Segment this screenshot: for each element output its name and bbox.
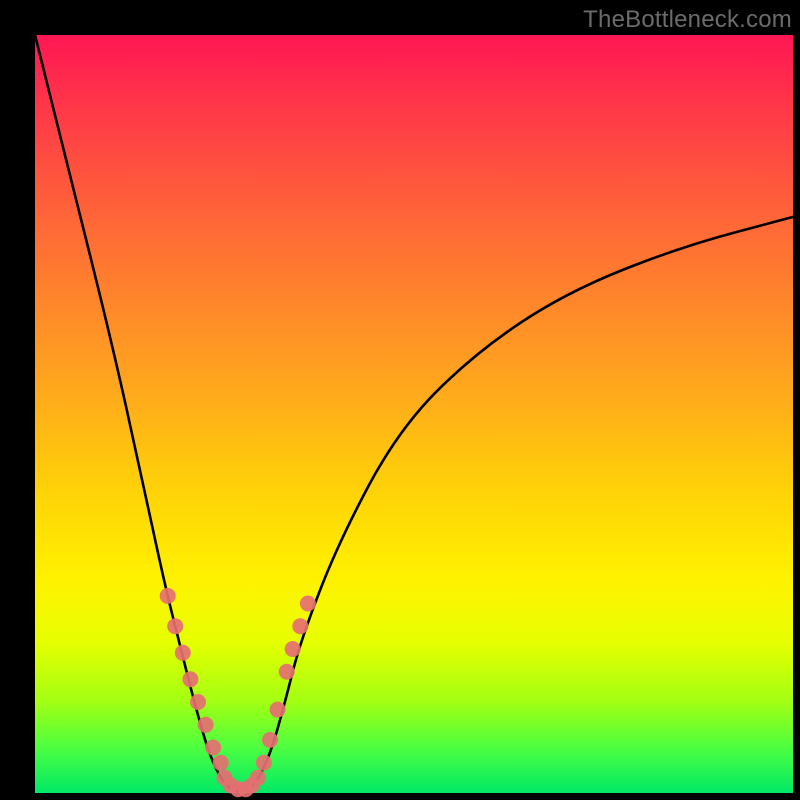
plot-area bbox=[35, 35, 793, 793]
chart-frame: TheBottleneck.com bbox=[0, 0, 800, 800]
data-marker bbox=[205, 740, 221, 756]
data-marker bbox=[167, 618, 183, 634]
data-marker bbox=[198, 717, 214, 733]
bottleneck-curve bbox=[35, 35, 793, 791]
data-marker bbox=[270, 702, 286, 718]
data-marker bbox=[256, 755, 272, 771]
data-marker bbox=[279, 664, 295, 680]
chart-svg bbox=[35, 35, 793, 793]
data-marker bbox=[250, 770, 266, 786]
data-marker bbox=[175, 645, 191, 661]
data-marker bbox=[160, 588, 176, 604]
data-marker bbox=[213, 755, 229, 771]
data-marker bbox=[190, 694, 206, 710]
data-marker bbox=[285, 641, 301, 657]
watermark-text: TheBottleneck.com bbox=[583, 6, 792, 34]
data-markers bbox=[160, 588, 316, 797]
data-marker bbox=[262, 732, 278, 748]
data-marker bbox=[182, 671, 198, 687]
data-marker bbox=[292, 618, 308, 634]
data-marker bbox=[300, 596, 316, 612]
